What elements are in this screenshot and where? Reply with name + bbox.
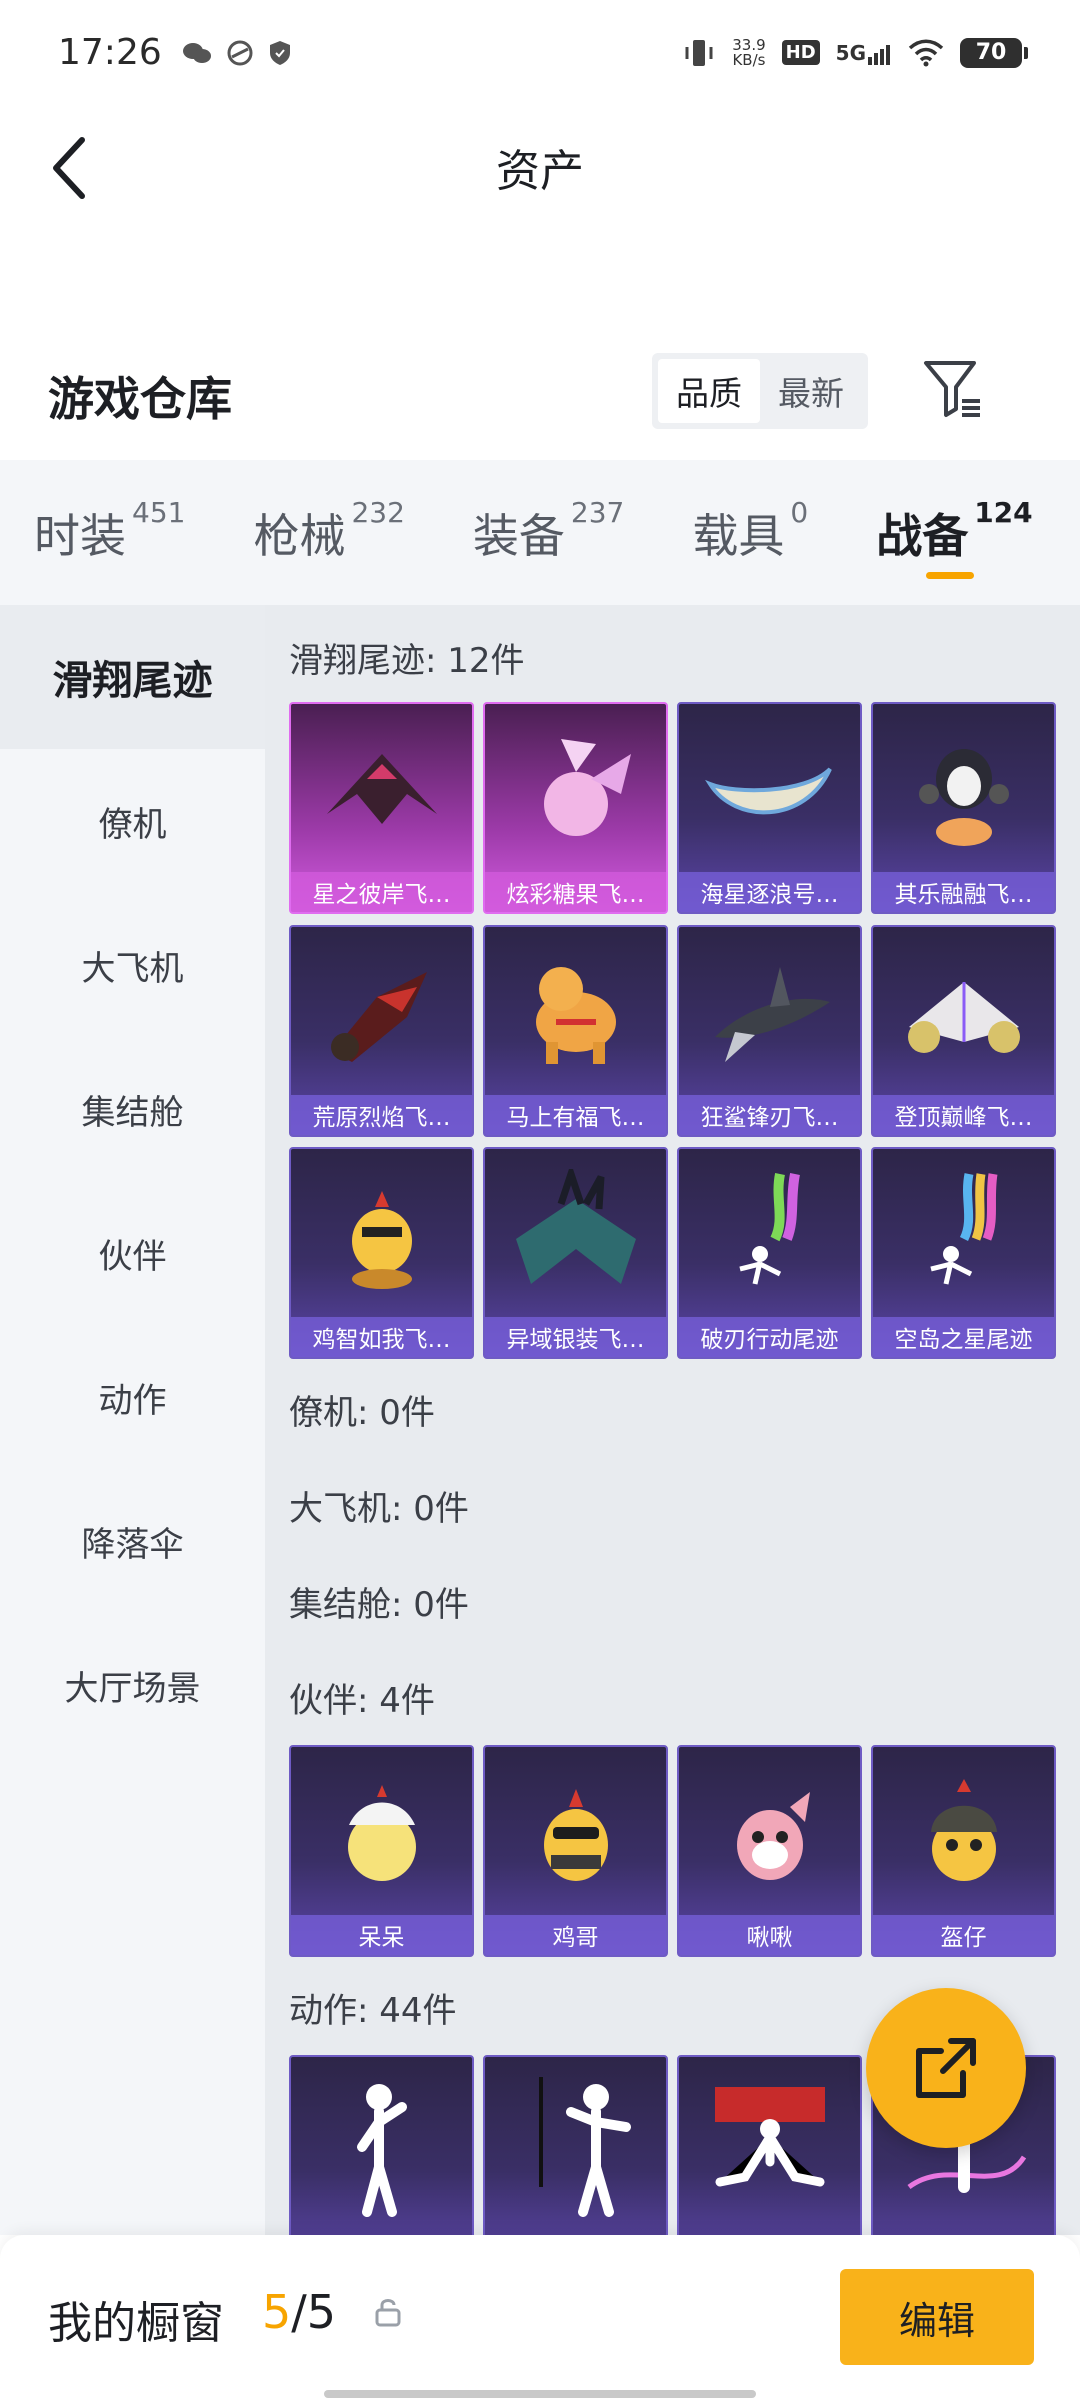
hd-badge: HD	[781, 40, 820, 65]
section-title-partner: 伙伴: 4件	[289, 1681, 435, 1721]
item-card[interactable]: 海星逐浪号…	[677, 702, 862, 914]
item-card[interactable]: 其乐融融飞…	[871, 702, 1056, 914]
signal-icon	[868, 44, 890, 65]
wechat-icon	[182, 42, 211, 63]
section-title-emote: 动作: 44件	[289, 1991, 457, 2031]
warehouse-title: 游戏仓库	[48, 372, 232, 426]
sort-quality-button[interactable]: 品质	[658, 359, 760, 423]
item-image	[873, 1149, 1054, 1319]
shield-icon	[269, 40, 290, 65]
share-fab[interactable]	[866, 1988, 1026, 2148]
side-item-emote[interactable]: 动作	[0, 1325, 265, 1469]
showcase-count: 5/5	[262, 2285, 337, 2339]
item-image	[485, 927, 666, 1097]
tab-equipment[interactable]: 装备 237	[473, 496, 624, 566]
page-title: 资产	[496, 146, 584, 197]
wifi-icon	[908, 39, 944, 66]
item-card[interactable]: 异域银装飞…	[483, 1147, 668, 1359]
item-image	[291, 2057, 472, 2227]
side-item-trail[interactable]: 滑翔尾迹	[0, 605, 265, 749]
item-card[interactable]: 登顶巅峰飞…	[871, 925, 1056, 1137]
side-item-plane[interactable]: 大飞机	[0, 893, 265, 1037]
item-image	[873, 1747, 1054, 1917]
item-card[interactable]: 炫彩糖果飞…	[483, 702, 668, 914]
item-image	[679, 2057, 860, 2227]
item-image	[291, 1747, 472, 1917]
vibrate-icon	[685, 39, 713, 66]
battery-indicator: 70	[960, 37, 1028, 68]
item-card[interactable]: 空岛之星尾迹	[871, 1147, 1056, 1359]
item-card[interactable]: 呆呆	[289, 1745, 474, 1957]
item-image	[291, 927, 472, 1097]
item-card[interactable]	[483, 2055, 668, 2235]
item-card[interactable]: 马上有福飞…	[483, 925, 668, 1137]
item-image	[873, 927, 1054, 1097]
filter-icon	[924, 361, 980, 417]
tab-fashion[interactable]: 时装 451	[34, 496, 185, 566]
item-image	[873, 704, 1054, 874]
section-title-plane: 大飞机: 0件	[289, 1489, 469, 1529]
item-image	[485, 1149, 666, 1319]
section-title-wingman: 僚机: 0件	[289, 1393, 435, 1433]
sort-newest-button[interactable]: 最新	[760, 359, 862, 423]
sort-toggle: 品质 最新	[652, 353, 868, 429]
filter-button[interactable]	[920, 355, 990, 425]
network-type: 5G	[835, 40, 866, 65]
category-tabs: 时装 451 枪械 232 装备 237 载具 0 战备 124	[0, 460, 1080, 605]
tab-battle-prep[interactable]: 战备 124	[876, 496, 1033, 579]
item-image	[485, 1747, 666, 1917]
side-item-lobby[interactable]: 大厅场景	[0, 1613, 265, 1757]
item-card[interactable]: 鸡智如我飞…	[289, 1147, 474, 1359]
net-speed: 33.9 KB/s	[732, 35, 766, 69]
home-indicator[interactable]	[324, 2390, 756, 2398]
item-image	[679, 927, 860, 1097]
active-tab-underline	[926, 571, 975, 579]
warehouse-row: 游戏仓库 品质 最新	[0, 345, 1080, 445]
item-card[interactable]: 荒原烈焰飞…	[289, 925, 474, 1137]
side-nav: 滑翔尾迹 僚机 大飞机 集结舱 伙伴 动作 降落伞 大厅场景	[0, 605, 265, 2235]
showcase-bar: 我的橱窗 5/5 编辑	[0, 2235, 1080, 2400]
app-notification-icon	[227, 40, 253, 65]
item-card[interactable]: 星之彼岸飞…	[289, 702, 474, 914]
item-image	[485, 704, 666, 874]
section-title-trail: 滑翔尾迹: 12件	[289, 641, 525, 681]
section-title-pod: 集结舱: 0件	[289, 1585, 469, 1625]
item-card[interactable]	[677, 2055, 862, 2235]
side-item-parachute[interactable]: 降落伞	[0, 1469, 265, 1613]
status-bar: 17:26 33.9 KB/s HD 5G 70	[0, 0, 1080, 105]
edit-button[interactable]: 编辑	[840, 2269, 1034, 2365]
showcase-label: 我的橱窗	[48, 2298, 224, 2349]
item-image	[679, 1747, 860, 1917]
side-item-wingman[interactable]: 僚机	[0, 749, 265, 893]
item-image	[485, 2057, 666, 2227]
item-image	[679, 704, 860, 874]
item-image	[291, 704, 472, 874]
item-card[interactable]	[289, 2055, 474, 2235]
tab-guns[interactable]: 枪械 232	[253, 496, 404, 566]
item-card[interactable]: 鸡哥	[483, 1745, 668, 1957]
item-card[interactable]: 破刃行动尾迹	[677, 1147, 862, 1359]
side-item-partner[interactable]: 伙伴	[0, 1181, 265, 1325]
lock-icon	[375, 2299, 401, 2327]
item-image	[679, 1149, 860, 1319]
item-image	[291, 1149, 472, 1319]
item-card[interactable]: 啾啾	[677, 1745, 862, 1957]
header: 资产	[0, 105, 1080, 235]
side-item-pod[interactable]: 集结舱	[0, 1037, 265, 1181]
item-card[interactable]: 狂鲨锋刃飞…	[677, 925, 862, 1137]
status-time: 17:26	[58, 32, 162, 73]
item-card[interactable]: 盔仔	[871, 1745, 1056, 1957]
tab-vehicles[interactable]: 载具 0	[692, 496, 808, 566]
share-icon	[916, 2038, 976, 2098]
